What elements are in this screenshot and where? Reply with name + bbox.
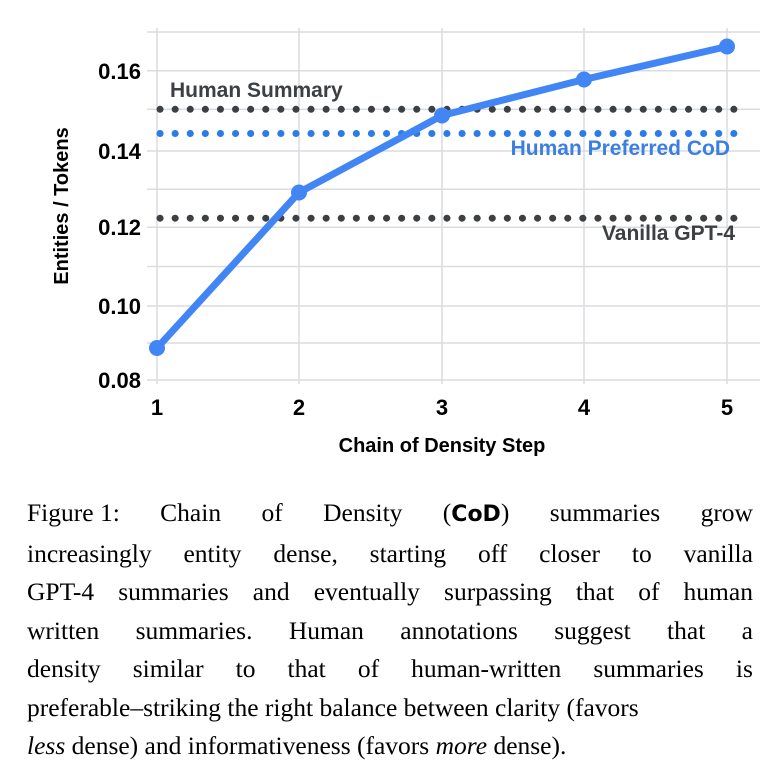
caption-l1-w1: Chain: [160, 498, 222, 527]
caption-line-1: Figure 1: Chain of Density (CoD) summaries gro…: [27, 494, 753, 535]
entities-per-token-line-chart: Human Summary Human Preferred CoD Vanill…: [51, 28, 760, 457]
y-tick-label-0: 0.08: [98, 368, 141, 393]
data-point-step-2: [291, 184, 307, 201]
y-tick-label-1: 0.10: [98, 294, 141, 319]
caption-figure-number: Figure 1:: [27, 498, 120, 527]
x-tick-label-0: 1: [151, 395, 163, 420]
figure-caption: Figure 1: Chain of Density (CoD) summaries gro…: [27, 494, 753, 766]
caption-l1-w4: (CoD): [442, 498, 510, 527]
data-point-step-3: [434, 107, 450, 124]
caption-more-emph: more: [435, 731, 488, 760]
annotation-human-preferred-cod: Human Preferred CoD: [511, 137, 730, 160]
data-point-step-4: [576, 71, 592, 88]
caption-line-2: increasingly entity dense, starting off close…: [27, 538, 753, 568]
caption-l1-w6: grow: [700, 498, 753, 527]
data-point-step-5: [719, 38, 735, 55]
data-point-step-1: [149, 340, 165, 356]
y-tick-label-4: 0.16: [98, 59, 141, 84]
caption-line-7: less dense) and informativeness (favors …: [27, 731, 567, 760]
x-axis-title: Chain of Density Step: [339, 435, 546, 457]
figure-1: Human Summary Human Preferred CoD Vanill…: [0, 0, 778, 470]
x-tick-label-4: 5: [721, 395, 733, 420]
caption-line-3: GPT-4 summaries and eventually surpassing tha…: [27, 577, 753, 606]
caption-l1-w2: of: [261, 498, 283, 527]
y-tick-label-2: 0.12: [98, 215, 141, 240]
y-tick-label-3: 0.14: [98, 139, 142, 164]
y-axis-title: Entities / Tokens: [51, 127, 73, 284]
annotation-human-summary: Human Summary: [170, 79, 343, 102]
caption-line-4: written summaries. Human annotations suggest…: [27, 615, 753, 645]
annotation-vanilla-gpt4: Vanilla GPT-4: [602, 222, 735, 245]
caption-l1-w3: Density: [323, 498, 403, 527]
caption-cod-token: CoD: [451, 502, 501, 527]
x-tick-label-3: 4: [578, 395, 591, 420]
caption-line-5: density similar to that of human-written summa…: [27, 654, 753, 683]
caption-line-6: preferable–striking the right balance be…: [27, 692, 639, 722]
caption-l1-w5: summaries: [549, 498, 661, 527]
x-tick-label-1: 2: [293, 395, 305, 420]
caption-less-emph: less: [27, 731, 66, 760]
x-tick-label-2: 3: [436, 395, 448, 420]
